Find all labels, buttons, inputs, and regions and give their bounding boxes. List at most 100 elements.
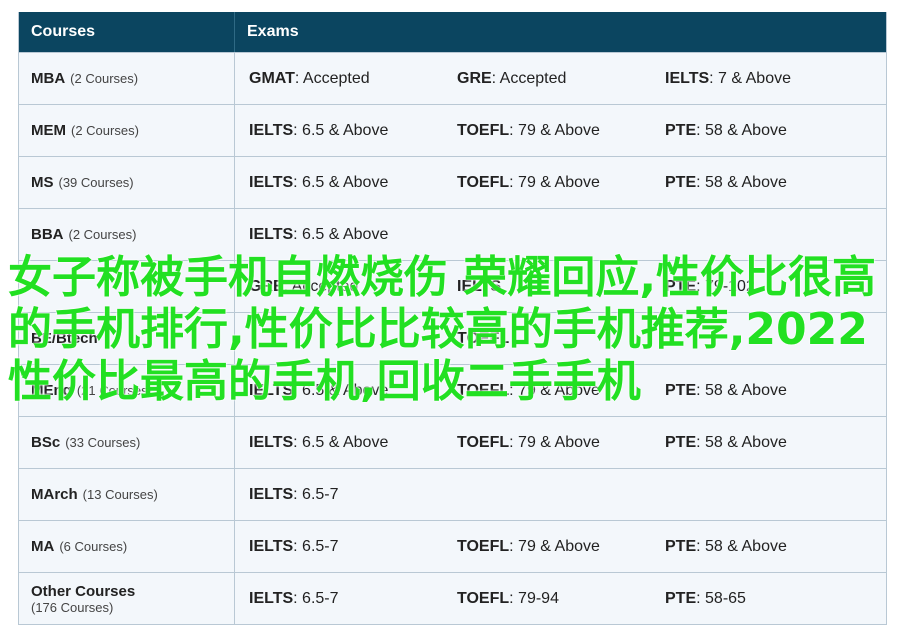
- exams-cell: IELTS: 6.5-7: [235, 469, 886, 520]
- exam-requirement: IELTS: 6.5-7: [235, 486, 443, 504]
- exam-name: IELTS: [249, 121, 294, 139]
- exam-score: : 58 & Above: [696, 121, 787, 139]
- course-count: (176 Courses): [31, 599, 114, 615]
- exam-score: : 58 & Above: [696, 173, 787, 191]
- exam-requirement: TOEFL: 79 & Above: [443, 538, 651, 556]
- exam-name: IELTS: [249, 485, 294, 503]
- table-header: Courses Exams: [19, 12, 886, 52]
- exam-score: : 58 & Above: [696, 433, 787, 451]
- exam-score: : 79 & Above: [509, 433, 600, 451]
- exam-requirement: TOEFL: 79 & Above: [443, 434, 651, 452]
- course-count: (33 Courses): [65, 435, 141, 450]
- course-name: MEM: [31, 122, 66, 139]
- exam-name: PTE: [665, 173, 697, 191]
- exam-score: : 6.5 & Above: [293, 225, 389, 243]
- exam-requirement: IELTS: 6.5 & Above: [235, 122, 443, 140]
- table-row: MArch (13 Courses) IELTS: 6.5-7: [19, 468, 886, 520]
- exam-score: : Accepted: [491, 69, 567, 87]
- course-cell: MEM (2 Courses): [19, 105, 235, 156]
- exam-requirement: TOEFL: 79 & Above: [443, 174, 651, 192]
- course-cell: MArch (13 Courses): [19, 469, 235, 520]
- exam-name: TOEFL: [457, 433, 510, 451]
- exam-name: TOEFL: [457, 173, 510, 191]
- exam-name: TOEFL: [457, 589, 510, 607]
- exam-requirement: IELTS: 7 & Above: [651, 70, 859, 88]
- course-cell: MS (39 Courses): [19, 157, 235, 208]
- exam-requirement: PTE: 58 & Above: [651, 122, 859, 140]
- exams-cell: IELTS: 6.5-7 TOEFL: 79-94 PTE: 58-65: [235, 573, 886, 624]
- exam-score: : 7 & Above: [709, 69, 791, 87]
- exam-requirement: GRE: Accepted: [443, 70, 651, 88]
- exam-score: : 6.5-7: [293, 589, 339, 607]
- exam-requirement: IELTS: 6.5-7: [235, 590, 443, 608]
- exam-name: IELTS: [249, 173, 294, 191]
- course-name: BBA: [31, 226, 64, 243]
- exams-cell: IELTS: 6.5 & Above TOEFL: 79 & Above PTE: …: [235, 417, 886, 468]
- exam-name: PTE: [665, 433, 697, 451]
- course-cell: Other Courses (176 Courses): [19, 573, 235, 624]
- table-row: Other Courses (176 Courses) IELTS: 6.5-7 TO…: [19, 572, 886, 624]
- exam-name: TOEFL: [457, 121, 510, 139]
- exam-score: : Accepted: [294, 69, 370, 87]
- exams-column-header: Exams: [247, 23, 299, 40]
- exam-score: : 79 & Above: [509, 173, 600, 191]
- exam-requirement: TOEFL: 79 & Above: [443, 122, 651, 140]
- course-name: MS: [31, 174, 54, 191]
- exam-score: : 6.5-7: [293, 537, 339, 555]
- exam-name: IELTS: [249, 225, 294, 243]
- exam-requirement: PTE: 58 & Above: [651, 434, 859, 452]
- exam-name: PTE: [665, 589, 697, 607]
- exam-name: GRE: [457, 69, 492, 87]
- exam-score: : 79 & Above: [509, 121, 600, 139]
- exam-name: IELTS: [665, 69, 710, 87]
- exam-score: : 58-65: [696, 589, 746, 607]
- exam-requirement: GMAT: Accepted: [235, 70, 443, 88]
- exam-score: : 79 & Above: [509, 537, 600, 555]
- exam-score: : 6.5 & Above: [293, 173, 389, 191]
- exam-requirement: IELTS: 6.5 & Above: [235, 226, 443, 244]
- watermark-overlay-text: 女子称被手机自燃烧伤 荣耀回应,性价比很高的手机排行,性价比比较高的手机推荐,2…: [8, 252, 877, 407]
- course-name: MBA: [31, 70, 66, 87]
- course-cell: MBA (2 Courses): [19, 53, 235, 104]
- table-row: MBA (2 Courses) GMAT: Accepted GRE: Accepte…: [19, 52, 886, 104]
- exam-name: GMAT: [249, 69, 295, 87]
- exam-requirement: IELTS: 6.5 & Above: [235, 434, 443, 452]
- exam-score: : 58 & Above: [696, 537, 787, 555]
- exam-requirement: PTE: 58 & Above: [651, 174, 859, 192]
- exam-requirement: IELTS: 6.5-7: [235, 538, 443, 556]
- exam-name: IELTS: [249, 537, 294, 555]
- exam-name: TOEFL: [457, 537, 510, 555]
- exam-requirement: PTE: 58 & Above: [651, 538, 859, 556]
- exams-cell: IELTS: 6.5-7 TOEFL: 79 & Above PTE: 58 & A…: [235, 521, 886, 572]
- course-name: MArch: [31, 486, 78, 503]
- course-name: BSc: [31, 434, 61, 451]
- course-count: (2 Courses): [71, 123, 139, 138]
- course-count: (13 Courses): [82, 487, 158, 502]
- exam-score: : 79-94: [509, 589, 559, 607]
- course-count: (2 Courses): [68, 227, 137, 242]
- course-count: (2 Courses): [70, 71, 139, 86]
- exams-cell: IELTS: 6.5 & Above TOEFL: 79 & Above PTE: …: [235, 105, 886, 156]
- course-name: Other Courses: [31, 582, 136, 600]
- table-row: MA (6 Courses) IELTS: 6.5-7 TOEFL: 79 & Abo…: [19, 520, 886, 572]
- table-row: MEM (2 Courses) IELTS: 6.5 & Above TOEFL: 7…: [19, 104, 886, 156]
- course-cell: BSc (33 Courses): [19, 417, 235, 468]
- table-row: MS (39 Courses) IELTS: 6.5 & Above TOEFL: 7…: [19, 156, 886, 208]
- exam-name: IELTS: [249, 589, 294, 607]
- exam-requirement: PTE: 58-65: [651, 590, 859, 608]
- exams-cell: IELTS: 6.5 & Above TOEFL: 79 & Above PTE: …: [235, 157, 886, 208]
- exam-name: PTE: [665, 537, 697, 555]
- exam-requirement: TOEFL: 79-94: [443, 590, 651, 608]
- course-count: (6 Courses): [59, 539, 128, 554]
- exam-name: PTE: [665, 121, 697, 139]
- exams-cell: GMAT: Accepted GRE: Accepted IELTS: 7 & Ab…: [235, 53, 886, 104]
- table-row: BSc (33 Courses) IELTS: 6.5 & Above TOEFL: …: [19, 416, 886, 468]
- exam-score: : 6.5 & Above: [293, 433, 389, 451]
- course-cell: MA (6 Courses): [19, 521, 235, 572]
- courses-column-header: Courses: [19, 12, 235, 52]
- exam-score: : 6.5-7: [293, 485, 339, 503]
- course-count: (39 Courses): [58, 175, 134, 190]
- exam-requirement: IELTS: 6.5 & Above: [235, 174, 443, 192]
- exam-name: IELTS: [249, 433, 294, 451]
- exam-score: : 6.5 & Above: [293, 121, 389, 139]
